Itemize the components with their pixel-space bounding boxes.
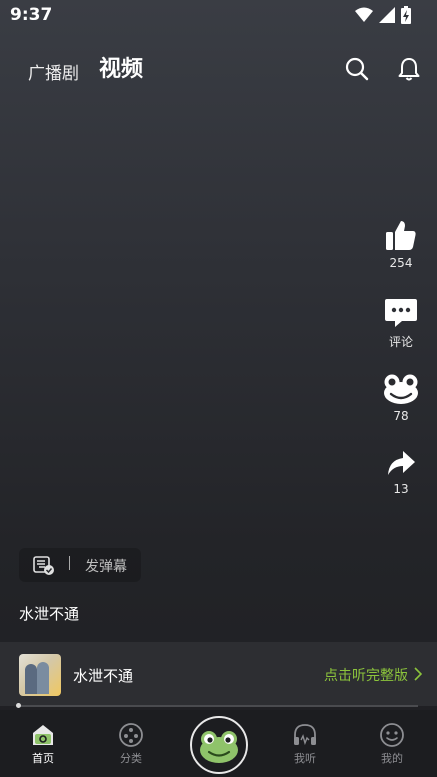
frog-count: 78 xyxy=(393,409,409,423)
frog-mascot-icon xyxy=(200,731,238,763)
danmaku-toggle-icon[interactable] xyxy=(33,556,55,576)
frog-center-button[interactable] xyxy=(190,716,248,774)
nav-home-label: 首页 xyxy=(32,752,54,765)
status-bar: 9:37 xyxy=(0,0,437,32)
home-icon xyxy=(33,725,53,745)
bottom-nav: 首页 分类 我听 我的 xyxy=(0,710,437,777)
tab-radio-drama[interactable]: 广播剧 xyxy=(28,52,79,96)
nav-listening-label: 我听 xyxy=(294,752,316,765)
category-icon xyxy=(119,723,143,747)
headphones-icon xyxy=(294,724,316,746)
listen-full-version-link[interactable]: 点击听完整版 xyxy=(324,665,408,685)
nav-category-label: 分类 xyxy=(120,752,142,765)
danmaku-divider xyxy=(69,556,70,570)
frog-reaction-button[interactable]: 78 xyxy=(376,373,426,423)
tab-video[interactable]: 视频 xyxy=(99,48,143,92)
share-arrow-icon xyxy=(388,451,415,475)
comment-button[interactable]: 评论 xyxy=(376,297,426,350)
nav-home[interactable]: 首页 xyxy=(13,722,73,766)
album-cover[interactable] xyxy=(19,654,61,696)
signal-icon xyxy=(379,7,395,23)
like-count: 254 xyxy=(389,256,413,270)
wifi-icon xyxy=(355,7,373,22)
video-progress-track[interactable] xyxy=(18,705,418,707)
profile-face-icon xyxy=(380,723,404,747)
status-icons xyxy=(355,6,411,24)
send-danmaku-label[interactable]: 发弹幕 xyxy=(85,556,127,576)
battery-icon xyxy=(401,6,411,24)
like-button[interactable]: 254 xyxy=(376,218,426,270)
nav-listening[interactable]: 我听 xyxy=(275,722,335,766)
share-button[interactable]: 13 xyxy=(376,448,426,496)
status-time: 9:37 xyxy=(10,5,53,25)
chevron-right-icon xyxy=(414,667,422,681)
share-count: 13 xyxy=(393,482,409,496)
video-progress-handle[interactable] xyxy=(16,703,21,708)
danmaku-input-bar[interactable]: 发弹幕 xyxy=(19,548,141,582)
comment-icon xyxy=(385,299,417,327)
nav-mine[interactable]: 我的 xyxy=(362,722,422,766)
bell-icon[interactable] xyxy=(396,56,422,82)
thumbs-up-icon xyxy=(386,221,416,250)
nav-mine-label: 我的 xyxy=(381,752,403,765)
comment-label: 评论 xyxy=(388,335,413,349)
video-title: 水泄不通 xyxy=(19,605,80,623)
search-icon[interactable] xyxy=(344,56,370,82)
frog-face-icon xyxy=(384,374,418,404)
top-nav: 广播剧 视频 xyxy=(0,48,437,92)
album-bar[interactable]: 水泄不通 点击听完整版 xyxy=(0,642,437,706)
album-name: 水泄不通 xyxy=(73,667,134,685)
nav-category[interactable]: 分类 xyxy=(101,722,161,766)
